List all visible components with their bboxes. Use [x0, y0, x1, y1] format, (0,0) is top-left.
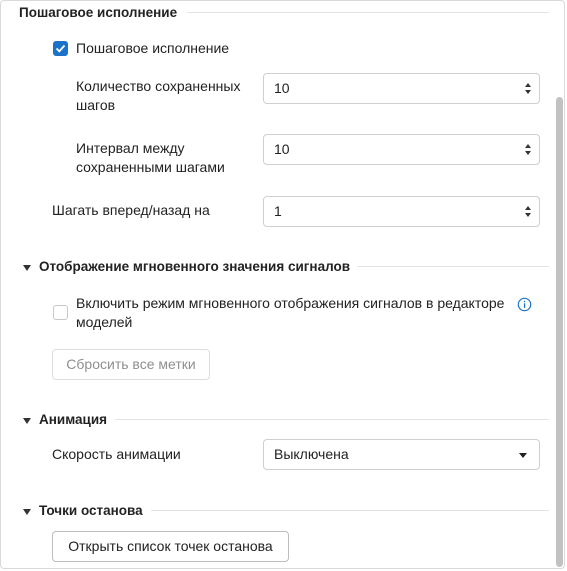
vertical-scrollbar[interactable]: [555, 97, 564, 567]
signal-display-checkbox[interactable]: [53, 305, 68, 320]
spin-arrows-icon[interactable]: [525, 144, 533, 156]
saved-steps-spinbox[interactable]: 10: [263, 73, 540, 104]
collapse-caret-icon[interactable]: [23, 418, 31, 424]
signal-display-checkbox-label[interactable]: Включить режим мгновенного отображения с…: [76, 294, 504, 332]
collapse-caret-icon[interactable]: [23, 265, 31, 271]
section-divider: [151, 510, 549, 511]
signal-display-label-line1: Включить режим мгновенного отображения с…: [76, 295, 505, 311]
section-title-breakpoints[interactable]: Точки останова: [39, 503, 143, 518]
interval-label-line2: сохраненными шагами: [76, 159, 225, 175]
saved-steps-value[interactable]: 10: [274, 80, 290, 96]
signal-display-label-line2: моделей: [76, 314, 133, 330]
interval-value[interactable]: 10: [274, 141, 290, 157]
section-title-signal-values[interactable]: Отображение мгновенного значения сигнало…: [39, 259, 350, 274]
animation-speed-label: Скорость анимации: [52, 446, 181, 462]
saved-steps-label-line2: шагов: [76, 97, 116, 113]
saved-steps-label-line1: Количество сохраненных: [76, 78, 241, 94]
section-divider: [357, 266, 549, 267]
open-breakpoints-button[interactable]: Открыть список точек останова: [52, 531, 289, 562]
section-divider: [115, 419, 549, 420]
collapse-caret-icon[interactable]: [23, 509, 31, 515]
step-size-label: Шагать вперед/назад на: [52, 202, 210, 218]
animation-speed-select[interactable]: Выключена: [263, 439, 540, 470]
spin-arrows-icon[interactable]: [525, 206, 533, 218]
checkmark-icon: [55, 44, 66, 53]
scrollbar-thumb[interactable]: [556, 97, 563, 567]
info-icon[interactable]: [517, 297, 532, 312]
saved-steps-label: Количество сохраненных шагов: [76, 77, 240, 115]
reset-marks-button[interactable]: Сбросить все метки: [52, 349, 210, 380]
interval-label-line1: Интервал между: [76, 140, 185, 156]
interval-spinbox[interactable]: 10: [263, 134, 540, 165]
settings-panel: Пошаговое исполнение Пошаговое исполнени…: [0, 0, 565, 569]
step-size-value[interactable]: 1: [274, 203, 282, 219]
interval-label: Интервал между сохраненными шагами: [76, 139, 225, 177]
chevron-down-icon[interactable]: [519, 453, 527, 458]
step-size-spinbox[interactable]: 1: [263, 196, 540, 227]
step-execution-checkbox-label[interactable]: Пошаговое исполнение: [76, 39, 229, 58]
section-divider: [187, 12, 549, 13]
spin-arrows-icon[interactable]: [525, 83, 533, 95]
animation-speed-value[interactable]: Выключена: [274, 446, 349, 462]
step-execution-checkbox[interactable]: [53, 41, 68, 56]
section-title-animation[interactable]: Анимация: [39, 412, 107, 427]
section-title-step-execution: Пошаговое исполнение: [19, 5, 178, 20]
